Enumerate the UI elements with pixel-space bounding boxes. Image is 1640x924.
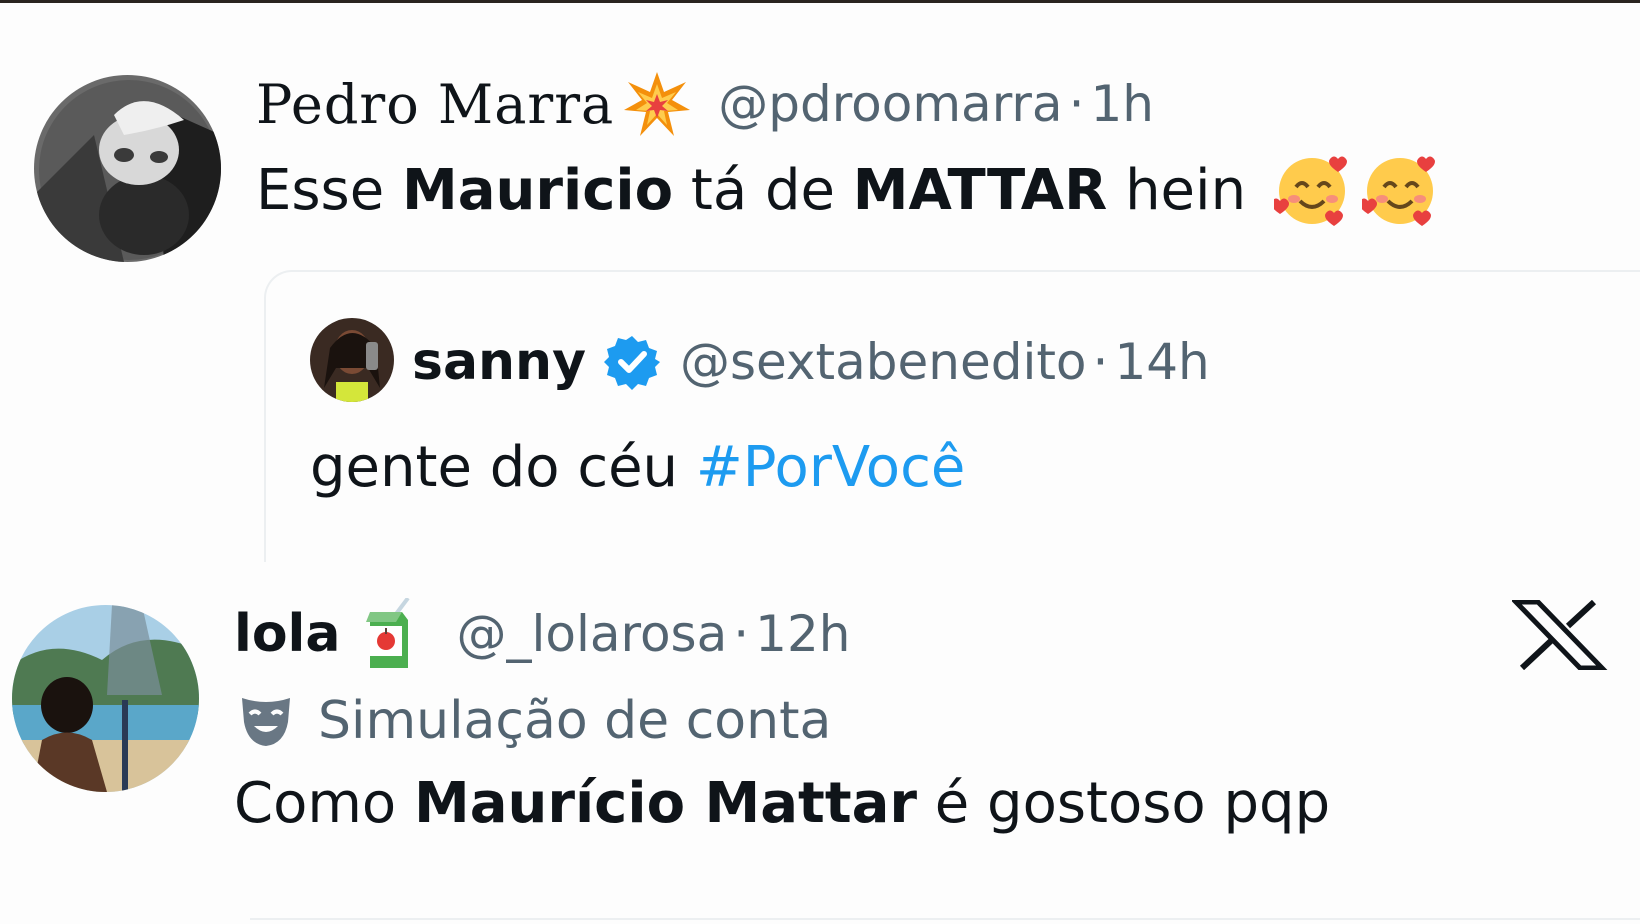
quoted-tweet-card[interactable] (264, 270, 1640, 562)
smiling-face-with-hearts-icon (1270, 153, 1352, 227)
tweet1-time[interactable]: 1h (1090, 75, 1154, 133)
tweet2-header: lola @_lolarosa · 12h (234, 596, 850, 668)
quoted-handle[interactable]: @sextabenedito (680, 333, 1087, 391)
smiling-face-with-hearts-icon (1358, 153, 1440, 227)
quoted-hashtag-link[interactable]: #PorVocê (696, 435, 965, 500)
top-border (0, 0, 1640, 3)
tweet2-text-bold: Maurício Mattar (413, 770, 917, 836)
quoted-text-part: gente do céu (310, 434, 696, 500)
tweet1-text-part: Esse (256, 157, 402, 223)
quoted-display-name[interactable]: sanny (412, 332, 586, 392)
collision-emoji-icon (622, 70, 692, 138)
parody-label: Simulação de conta (238, 690, 831, 752)
parody-label-text: Simulação de conta (318, 691, 832, 751)
tweet2-text: Como Maurício Mattar é gostoso pqp (234, 768, 1330, 838)
tweet1-display-name[interactable]: Pedro Marra (256, 73, 614, 136)
tweet1-text-bold: MATTAR (852, 157, 1108, 223)
tweet1-handle[interactable]: @pdroomarra (718, 75, 1062, 133)
avatar-lola[interactable] (12, 605, 199, 792)
tweet2-time[interactable]: 12h (755, 605, 850, 663)
parody-mask-icon (238, 694, 294, 748)
quoted-dot: · (1092, 333, 1109, 391)
tweet1-dot: · (1068, 75, 1085, 133)
bottom-divider (250, 918, 1640, 920)
verified-badge-icon (603, 334, 660, 390)
tweet2-text-part: é gostoso pqp (917, 770, 1331, 836)
x-logo-icon[interactable] (1512, 600, 1612, 670)
tweet1-text-part: hein (1107, 157, 1264, 223)
tweet2-display-name[interactable]: lola (234, 604, 340, 664)
tweet2-dot: · (733, 605, 750, 663)
avatar-pedro[interactable] (34, 75, 221, 262)
tweet2-text-part: Como (234, 770, 414, 836)
tweet1-header: Pedro Marra @pdroomarra · 1h (256, 72, 1154, 136)
quoted-header: sanny @sextabenedito · 14h (412, 330, 1210, 394)
tweet1-text-bold: Mauricio (402, 157, 674, 223)
juice-box-emoji-icon (362, 596, 416, 670)
quoted-text: gente do céu #PorVocê (310, 432, 965, 502)
tweet2-handle[interactable]: @_lolarosa (456, 605, 727, 663)
tweet1-text: Esse Mauricio tá de MATTAR hein (256, 153, 1440, 227)
tweet1-text-part: tá de (673, 157, 853, 223)
avatar-sanny[interactable] (310, 318, 394, 402)
quoted-time[interactable]: 14h (1114, 333, 1209, 391)
